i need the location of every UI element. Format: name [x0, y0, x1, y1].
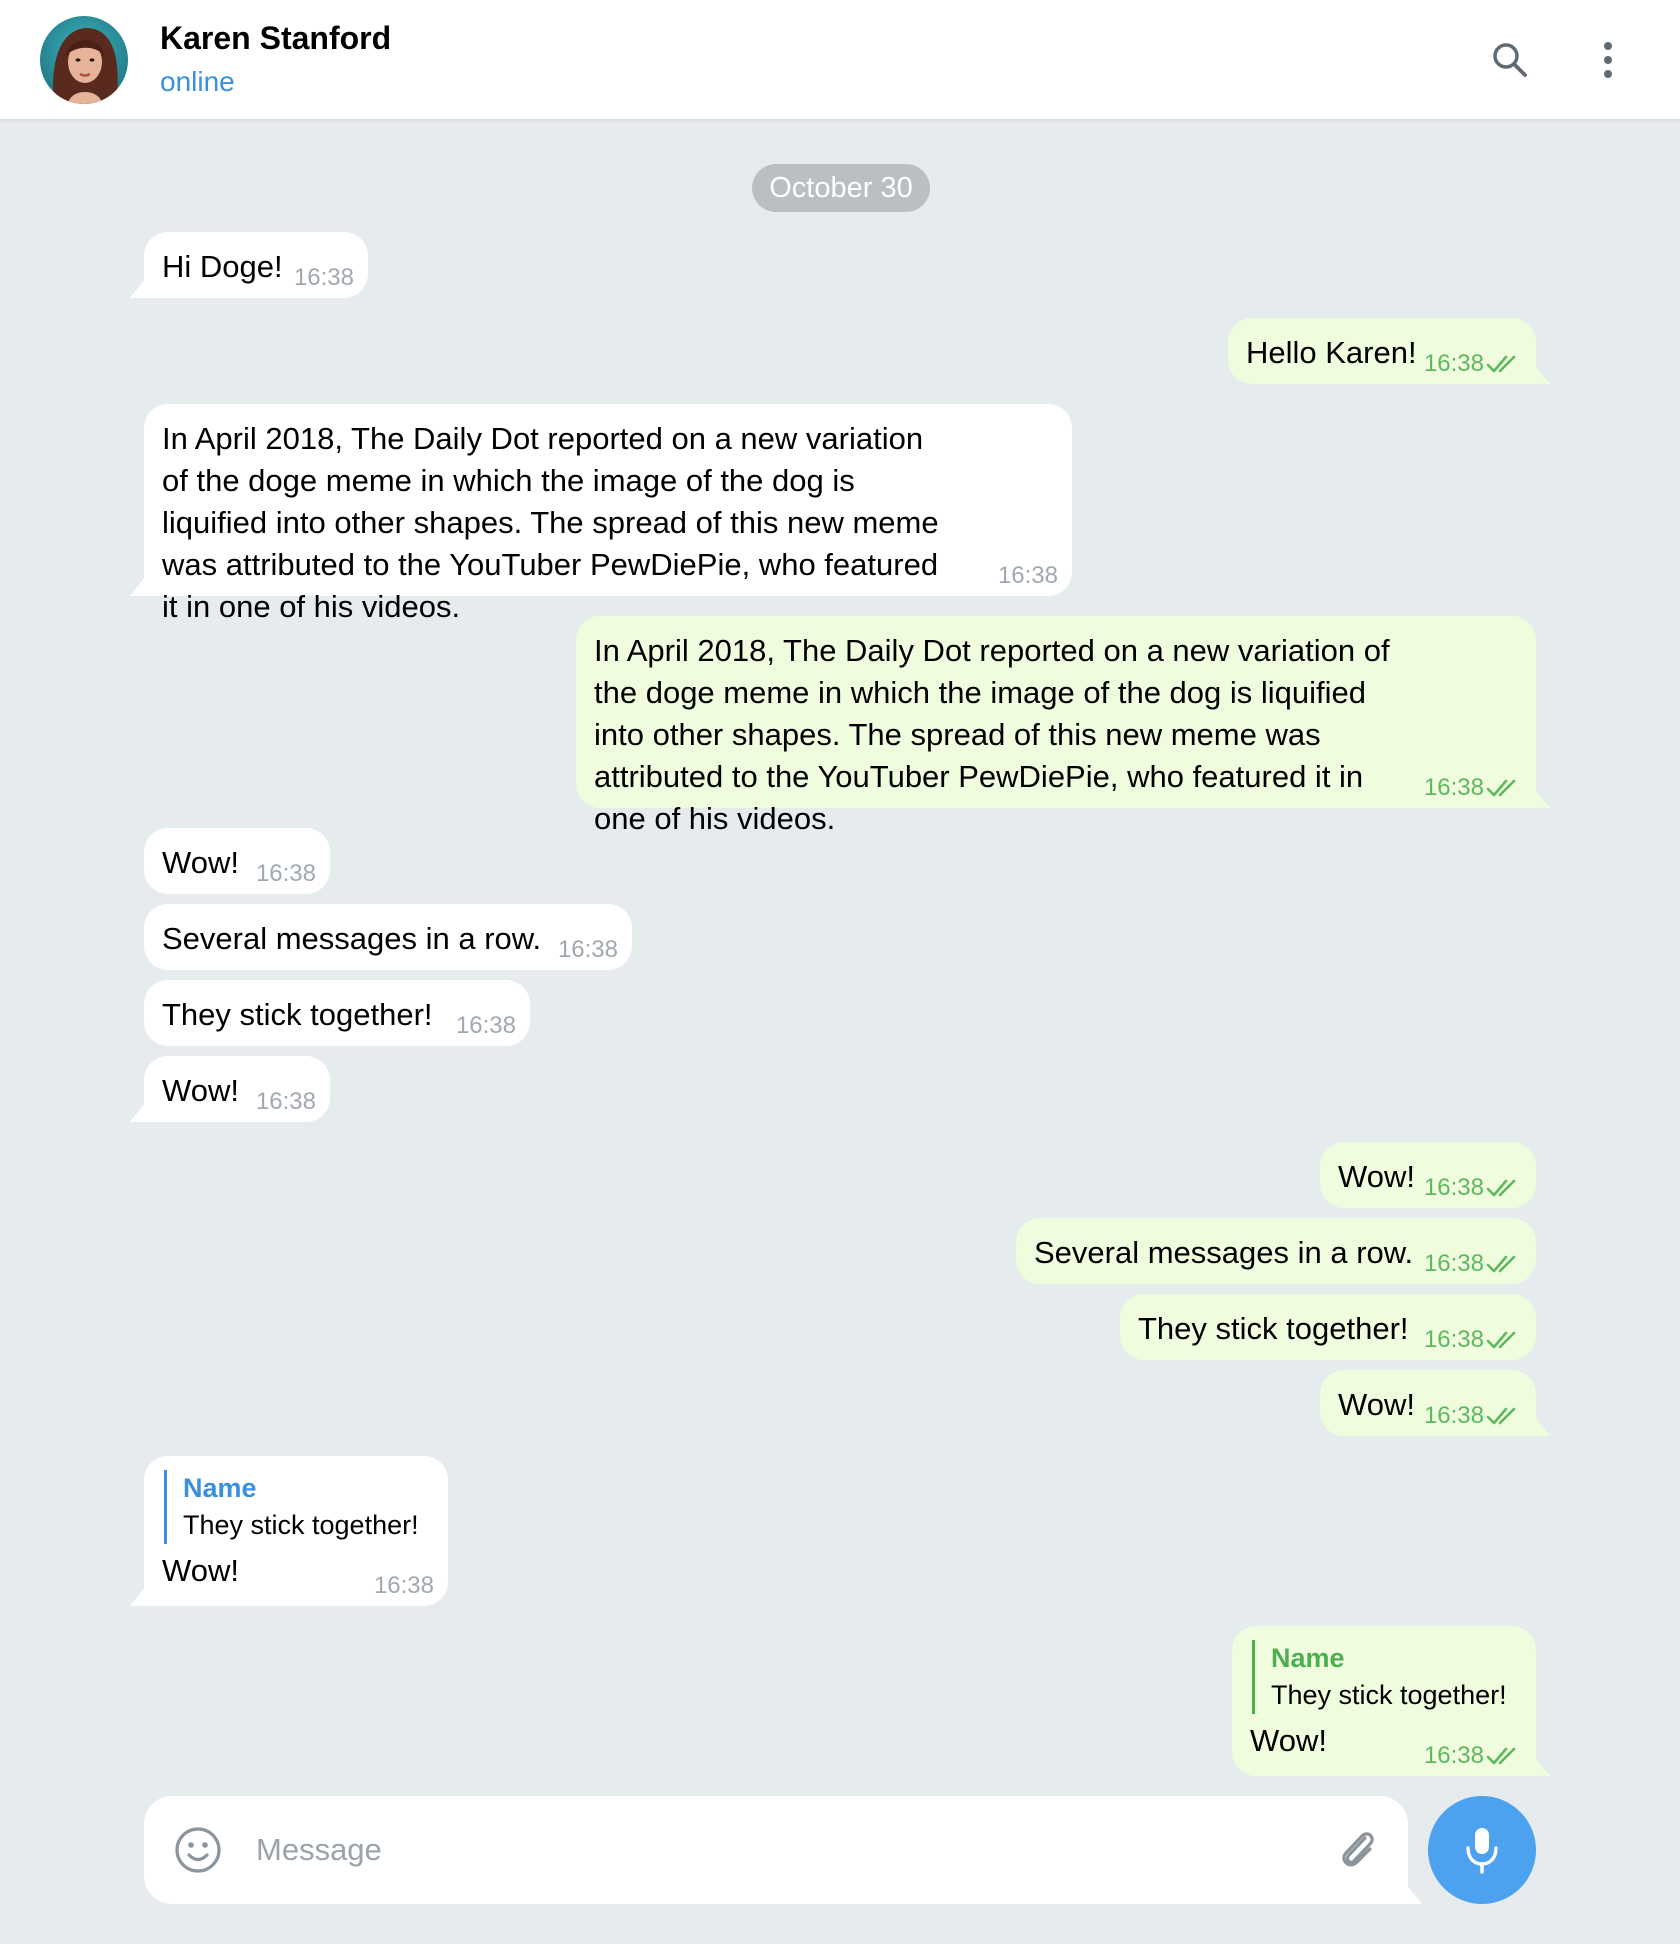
double-check-icon: [1486, 779, 1516, 797]
message-meta: 16:38: [998, 564, 1058, 588]
search-button[interactable]: [1482, 32, 1538, 88]
message-text: Wow!: [1338, 1387, 1415, 1422]
message-meta: 16:38: [1424, 352, 1522, 376]
message-time: 16:38: [373, 1572, 434, 1599]
message-outgoing[interactable]: They stick together! 16:38: [1120, 1294, 1536, 1360]
message-text: In April 2018, The Daily Dot reported on…: [594, 633, 1390, 836]
reply-text: They stick together!: [1271, 1680, 1507, 1710]
message-incoming[interactable]: Wow! 16:38: [144, 1056, 330, 1122]
message-meta: 16:38: [1424, 1252, 1522, 1276]
message-meta: 16:38: [456, 1014, 516, 1038]
message-text: In April 2018, The Daily Dot reported on…: [162, 421, 939, 624]
more-vertical-icon: [1604, 42, 1612, 78]
message-meta: 16:38: [1424, 776, 1522, 800]
message-time: 16:38: [255, 1088, 316, 1115]
message-text: Wow!: [1338, 1159, 1415, 1194]
message-meta: 16:38: [1424, 1328, 1522, 1352]
avatar[interactable]: [40, 16, 128, 104]
message-text: They stick together!: [1138, 1311, 1409, 1346]
reply-quote[interactable]: Name They stick together!: [164, 1470, 430, 1544]
message-text: Wow!: [1250, 1723, 1327, 1758]
message-composer: [144, 1796, 1408, 1904]
message-time: 16:38: [1423, 1250, 1484, 1277]
date-separator: October 30: [752, 164, 930, 212]
message-incoming[interactable]: Hi Doge! 16:38: [144, 232, 368, 298]
reply-author: Name: [183, 1473, 257, 1503]
message-meta: 16:38: [374, 1574, 434, 1598]
message-meta: 16:38: [1424, 1176, 1522, 1200]
message-text: They stick together!: [162, 997, 433, 1032]
reply-quote[interactable]: Name They stick together!: [1252, 1640, 1518, 1714]
attach-button[interactable]: [1332, 1824, 1384, 1876]
message-outgoing[interactable]: Wow! 16:38: [1320, 1142, 1536, 1208]
more-options-button[interactable]: [1580, 32, 1636, 88]
emoji-button[interactable]: [172, 1824, 224, 1876]
double-check-icon: [1486, 1255, 1516, 1273]
message-text: Wow!: [162, 845, 239, 880]
message-meta: 16:38: [256, 1090, 316, 1114]
message-meta: 16:38: [558, 938, 618, 962]
message-text: Hi Doge!: [162, 249, 283, 284]
double-check-icon: [1486, 1407, 1516, 1425]
voice-message-button[interactable]: [1428, 1796, 1536, 1904]
message-time: 16:38: [1423, 1174, 1484, 1201]
contact-name: Karen Stanford: [160, 20, 392, 56]
message-incoming[interactable]: Several messages in a row. 16:38: [144, 904, 632, 970]
double-check-icon: [1486, 1747, 1516, 1765]
message-time: 16:38: [293, 264, 354, 291]
reply-text: They stick together!: [183, 1510, 419, 1540]
message-time: 16:38: [1423, 1402, 1484, 1429]
message-text: Hello Karen!: [1246, 335, 1417, 370]
message-text: Several messages in a row.: [162, 921, 542, 956]
message-time: 16:38: [557, 936, 618, 963]
message-outgoing[interactable]: In April 2018, The Daily Dot reported on…: [576, 616, 1536, 836]
message-input[interactable]: [254, 1820, 1254, 1880]
message-time: 16:38: [255, 860, 316, 887]
message-outgoing-reply[interactable]: Name They stick together! Wow! 16:38: [1232, 1626, 1536, 1776]
message-time: 16:38: [1423, 1742, 1484, 1769]
microphone-icon: [1466, 1828, 1498, 1874]
message-outgoing[interactable]: Several messages in a row. 16:38: [1016, 1218, 1536, 1284]
paperclip-icon: [1342, 1832, 1374, 1867]
message-text: Wow!: [162, 1073, 239, 1108]
message-incoming[interactable]: In April 2018, The Daily Dot reported on…: [144, 404, 1072, 624]
message-time: 16:38: [1423, 774, 1484, 801]
message-text: Wow!: [162, 1553, 239, 1588]
message-time: 16:38: [455, 1012, 516, 1039]
message-meta: 16:38: [1424, 1744, 1522, 1768]
reply-author: Name: [1271, 1643, 1345, 1673]
contact-status: online: [160, 66, 235, 97]
double-check-icon: [1486, 1179, 1516, 1197]
message-time: 16:38: [1423, 1326, 1484, 1353]
smiley-icon: [175, 1827, 221, 1873]
message-meta: 16:38: [294, 266, 354, 290]
message-incoming-reply[interactable]: Name They stick together! Wow! 16:38: [144, 1456, 448, 1606]
search-icon: [1493, 43, 1527, 77]
double-check-icon: [1486, 1331, 1516, 1349]
double-check-icon: [1486, 355, 1516, 373]
message-outgoing[interactable]: Wow! 16:38: [1320, 1370, 1536, 1436]
message-incoming[interactable]: They stick together! 16:38: [144, 980, 530, 1046]
message-meta: 16:38: [256, 862, 316, 886]
message-meta: 16:38: [1424, 1404, 1522, 1428]
message-incoming[interactable]: Wow! 16:38: [144, 828, 330, 894]
message-outgoing[interactable]: Hello Karen! 16:38: [1228, 318, 1536, 384]
message-time: 16:38: [1423, 350, 1484, 377]
message-time: 16:38: [997, 562, 1058, 589]
message-text: Several messages in a row.: [1034, 1235, 1414, 1270]
chat-header: Karen Stanford online: [0, 0, 1680, 120]
